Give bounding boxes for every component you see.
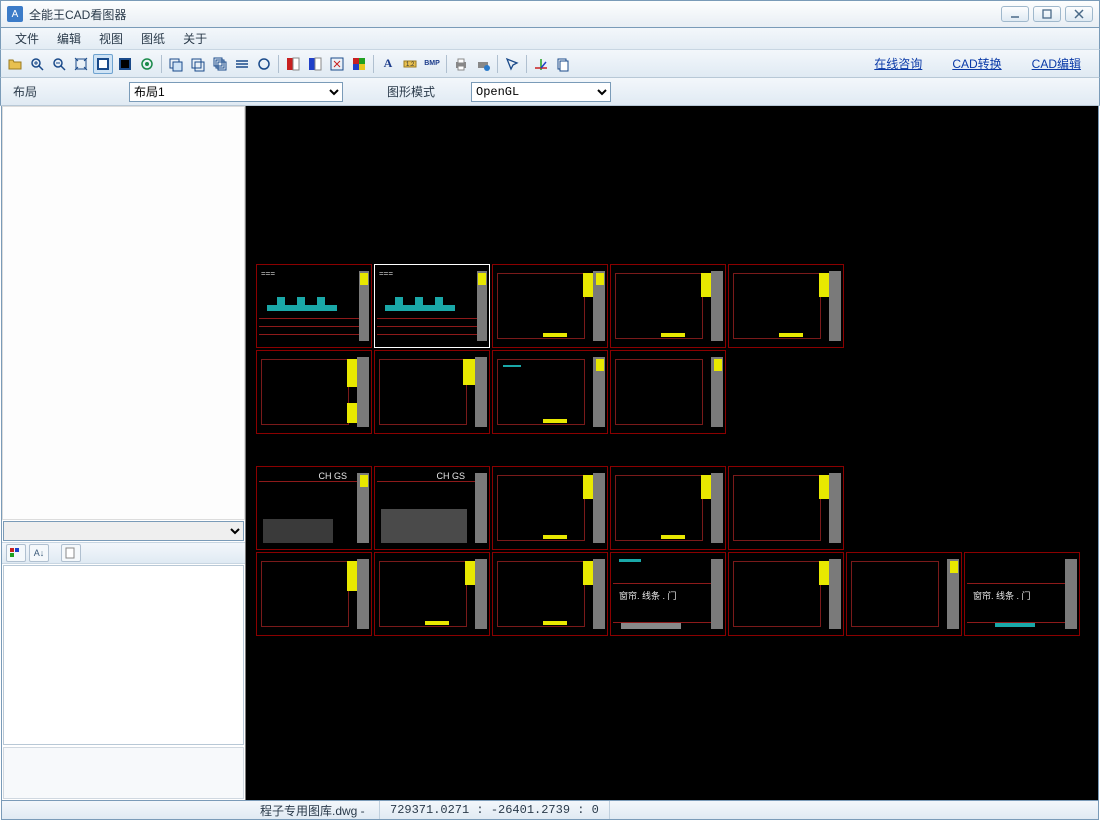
circle-icon[interactable] xyxy=(254,54,274,74)
link-convert[interactable]: CAD转换 xyxy=(952,55,1001,72)
dimension-icon[interactable]: 1.2 xyxy=(400,54,420,74)
layout-thumb[interactable]: === xyxy=(256,264,372,348)
prop-alphabetical-icon[interactable]: A↓ xyxy=(29,544,49,562)
property-description xyxy=(3,747,244,799)
color-red-icon[interactable] xyxy=(283,54,303,74)
status-coordinates: 729371.0271 : -26401.2739 : 0 xyxy=(380,801,610,819)
layout-thumb[interactable] xyxy=(256,552,372,636)
prop-categorized-icon[interactable] xyxy=(6,544,26,562)
menu-drawing[interactable]: 图纸 xyxy=(133,28,173,49)
layout-thumb[interactable]: CH GS xyxy=(256,466,372,550)
copy-icon[interactable] xyxy=(553,54,573,74)
status-filename: 程子专用图库.dwg - xyxy=(250,801,380,819)
layer-2-icon[interactable] xyxy=(188,54,208,74)
layout-label: 布局 xyxy=(13,83,105,100)
layout-thumb[interactable] xyxy=(610,264,726,348)
toolbar-separator xyxy=(446,55,447,73)
toolbar-separator xyxy=(497,55,498,73)
axis-icon[interactable] xyxy=(531,54,551,74)
layout-thumb[interactable] xyxy=(492,466,608,550)
layers-icon[interactable] xyxy=(232,54,252,74)
layout-thumb[interactable] xyxy=(728,466,844,550)
object-dropdown[interactable] xyxy=(3,521,244,541)
svg-text:1.2: 1.2 xyxy=(406,62,415,68)
left-panel: A↓ xyxy=(2,106,246,800)
layer-1-icon[interactable] xyxy=(166,54,186,74)
main-area: A↓ === === xyxy=(1,106,1099,800)
property-grid[interactable] xyxy=(3,565,244,745)
print-icon[interactable] xyxy=(451,54,471,74)
window-select-icon[interactable] xyxy=(115,54,135,74)
window-title: 全能王CAD看图器 xyxy=(29,6,1001,23)
layout-thumb[interactable] xyxy=(728,264,844,348)
mode-select[interactable]: OpenGL xyxy=(471,82,611,102)
zoom-in-icon[interactable] xyxy=(27,54,47,74)
text-tool-icon[interactable]: A xyxy=(378,54,398,74)
titlebar: A 全能王CAD看图器 xyxy=(0,0,1100,28)
layout-thumb[interactable] xyxy=(846,552,962,636)
menu-view[interactable]: 视图 xyxy=(91,28,131,49)
layout-thumb[interactable] xyxy=(610,466,726,550)
layer-stack-icon[interactable] xyxy=(210,54,230,74)
mode-label: 图形模式 xyxy=(387,83,447,100)
layout-thumb[interactable] xyxy=(610,350,726,434)
menu-about[interactable]: 关于 xyxy=(175,28,215,49)
zoom-out-icon[interactable] xyxy=(49,54,69,74)
layout-thumb[interactable] xyxy=(374,552,490,636)
layer-tree[interactable] xyxy=(2,106,245,520)
toolbar-separator xyxy=(278,55,279,73)
prop-pages-icon[interactable] xyxy=(61,544,81,562)
layout-thumb[interactable] xyxy=(256,350,372,434)
zoom-extents-icon[interactable] xyxy=(71,54,91,74)
bmp-export-icon[interactable]: BMP xyxy=(422,54,442,74)
menubar: 文件 编辑 视图 图纸 关于 xyxy=(0,28,1100,50)
toolbar-separator xyxy=(161,55,162,73)
layout-thumb-selected[interactable]: === xyxy=(374,264,490,348)
arrow-tool-icon[interactable] xyxy=(502,54,522,74)
menu-file[interactable]: 文件 xyxy=(7,28,47,49)
layout-thumb[interactable] xyxy=(374,350,490,434)
layout-thumb[interactable] xyxy=(728,552,844,636)
layout-thumb[interactable] xyxy=(492,350,608,434)
pan-icon[interactable] xyxy=(93,54,113,74)
link-editcad[interactable]: CAD编辑 xyxy=(1032,55,1081,72)
orbit-icon[interactable] xyxy=(137,54,157,74)
open-icon[interactable] xyxy=(5,54,25,74)
close-button[interactable] xyxy=(1065,6,1093,22)
maximize-button[interactable] xyxy=(1033,6,1061,22)
link-consult[interactable]: 在线咨询 xyxy=(874,55,922,72)
toolbar-separator xyxy=(526,55,527,73)
sub-toolbar: 布局 布局1 图形模式 OpenGL xyxy=(0,78,1100,106)
layout-thumb[interactable] xyxy=(492,264,608,348)
window-controls xyxy=(1001,6,1093,22)
fit-window-icon[interactable] xyxy=(327,54,347,74)
layout-thumb[interactable]: 窗帘. 线条 . 门 xyxy=(610,552,726,636)
toolbar-separator xyxy=(373,55,374,73)
color-blue-icon[interactable] xyxy=(305,54,325,74)
menu-edit[interactable]: 编辑 xyxy=(49,28,89,49)
layout-thumb[interactable]: 窗帘. 线条 . 门 xyxy=(964,552,1080,636)
minimize-button[interactable] xyxy=(1001,6,1029,22)
status-bar: 程子专用图库.dwg - 729371.0271 : -26401.2739 :… xyxy=(1,800,1099,820)
grid-color-icon[interactable] xyxy=(349,54,369,74)
layout-thumb[interactable]: CH GS xyxy=(374,466,490,550)
app-icon: A xyxy=(7,6,23,22)
toolbar: A 1.2 BMP 在线咨询 CAD转换 CAD编辑 xyxy=(0,50,1100,78)
print-options-icon[interactable] xyxy=(473,54,493,74)
layout-thumb[interactable] xyxy=(492,552,608,636)
drawing-viewport[interactable]: === === xyxy=(246,106,1098,800)
property-toolbar: A↓ xyxy=(2,542,245,564)
layout-select[interactable]: 布局1 xyxy=(129,82,343,102)
